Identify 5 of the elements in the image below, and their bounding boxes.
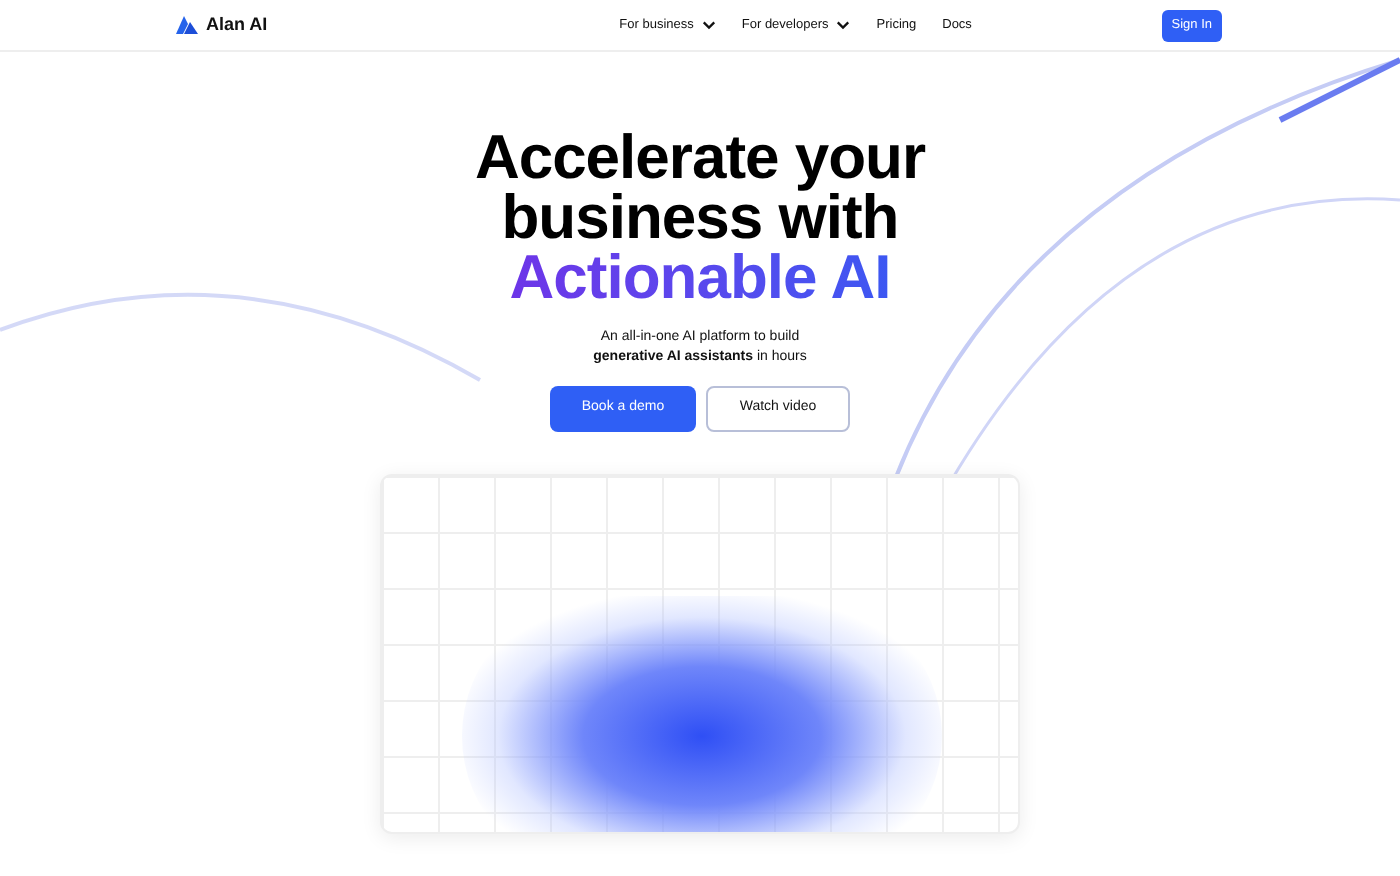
hero-title: Accelerate your bbox=[474, 128, 926, 188]
logo[interactable]: Alan AI bbox=[176, 11, 268, 39]
hero-title: business with bbox=[501, 188, 899, 248]
logo-text: Alan AI bbox=[206, 11, 268, 38]
logo-icon bbox=[176, 16, 198, 34]
